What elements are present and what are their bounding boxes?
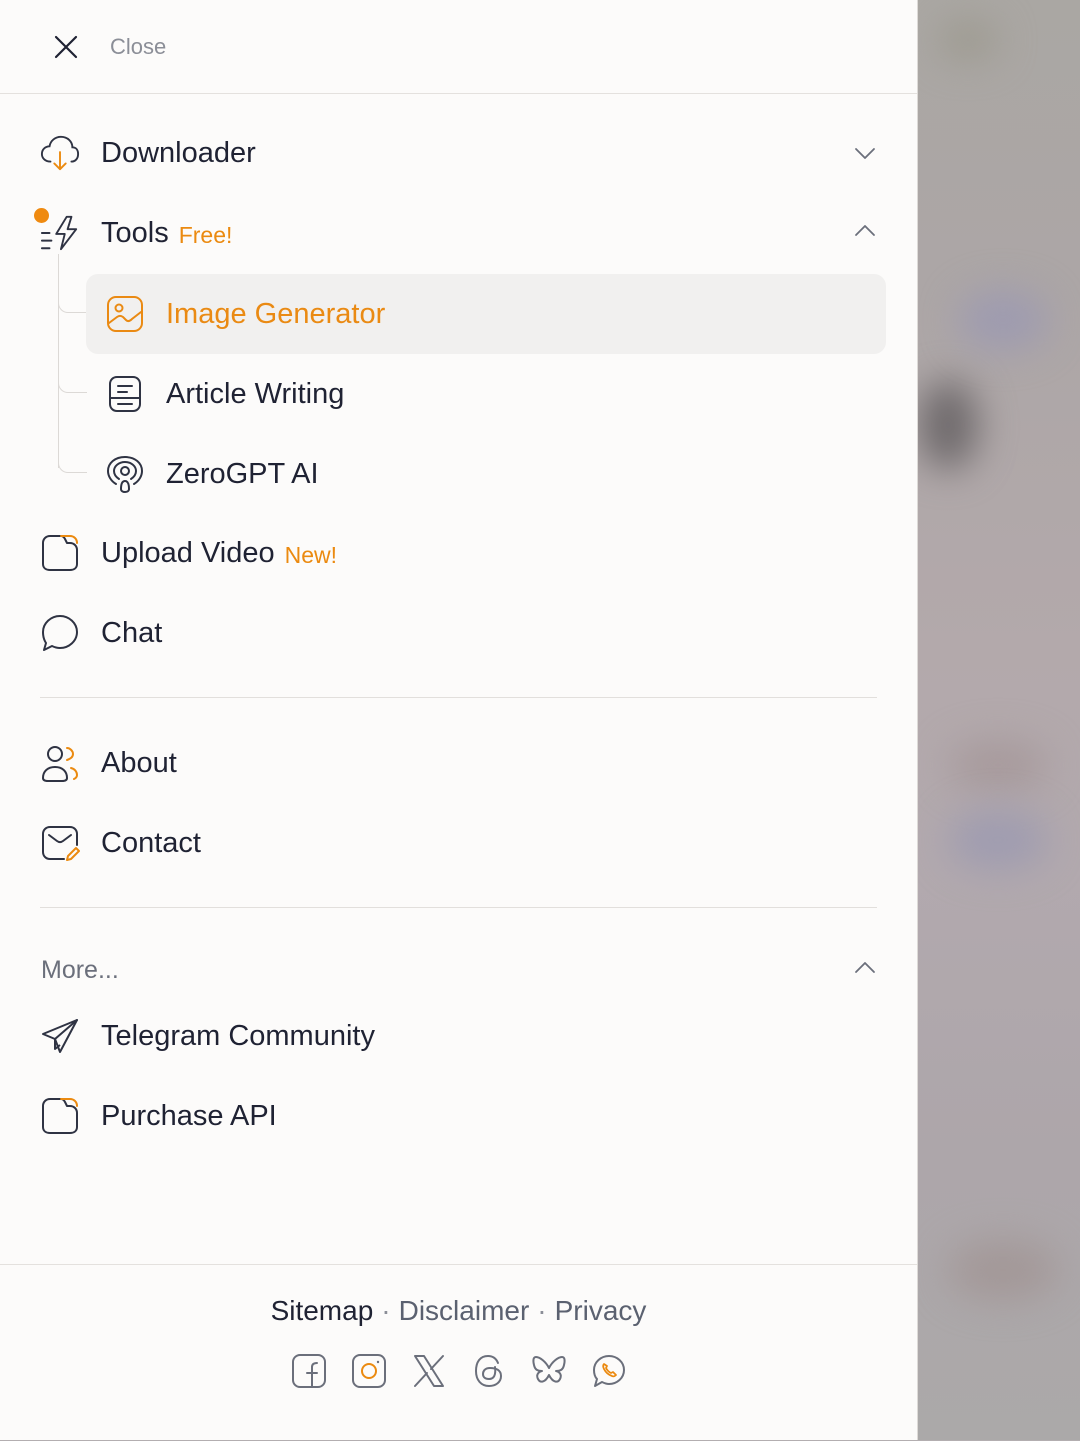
menu-label-about: About — [101, 746, 177, 779]
mail-edit-icon — [40, 823, 80, 863]
submenu-label: ZeroGPT AI — [166, 457, 319, 490]
footer-links: Sitemap · Disclaimer · Privacy — [0, 1295, 917, 1327]
chevron-down-icon[interactable] — [853, 141, 877, 165]
threads-icon[interactable] — [471, 1353, 507, 1389]
menu-label-downloader: Downloader — [101, 136, 256, 169]
submenu-tree-branch — [58, 450, 87, 473]
footer-link-disclaimer[interactable]: Disclaimer — [399, 1295, 530, 1326]
ai-podcast-icon — [105, 454, 145, 494]
chevron-up-icon[interactable] — [853, 219, 877, 243]
footer-link-privacy[interactable]: Privacy — [555, 1295, 647, 1326]
send-icon — [40, 1016, 80, 1056]
submenu-tree-branch — [58, 290, 87, 313]
people-icon — [40, 743, 80, 783]
backdrop-blur — [918, 380, 978, 470]
flash-icon — [40, 213, 80, 253]
submenu-label: Article Writing — [166, 377, 345, 410]
menu-item-upload-video[interactable]: Upload Video New! — [40, 523, 877, 583]
new-badge: New! — [284, 541, 338, 568]
submenu-item-image-generator[interactable]: Image Generator — [86, 274, 886, 354]
more-section-toggle[interactable]: More... — [40, 950, 877, 990]
menu-item-downloader[interactable]: Downloader — [40, 123, 877, 183]
instagram-icon[interactable] — [351, 1353, 387, 1389]
page-backdrop-overlay[interactable] — [918, 0, 1080, 1440]
cloud-download-icon — [40, 133, 80, 173]
folder-icon — [40, 1096, 80, 1136]
more-label: More... — [41, 955, 119, 984]
menu-item-about[interactable]: About — [40, 733, 877, 793]
close-icon — [50, 31, 82, 63]
submenu-item-zerogpt-ai[interactable]: ZeroGPT AI — [86, 434, 886, 514]
submenu-tree-branch — [58, 370, 87, 393]
free-badge: Free! — [178, 221, 233, 248]
social-links — [0, 1353, 917, 1389]
menu-item-tools[interactable]: Tools Free! — [40, 203, 877, 263]
folder-icon — [40, 533, 80, 573]
facebook-icon[interactable] — [291, 1353, 327, 1389]
menu-label-telegram: Telegram Community — [101, 1019, 375, 1052]
menu-divider — [40, 697, 877, 698]
menu-divider — [40, 907, 877, 908]
close-label: Close — [110, 33, 167, 59]
image-icon — [105, 294, 145, 334]
menu-item-purchase-api[interactable]: Purchase API — [40, 1086, 877, 1146]
drawer-header: Close — [0, 0, 917, 94]
menu-label-tools: Tools — [101, 216, 169, 249]
menu-label-upload-video: Upload Video — [101, 536, 275, 569]
document-icon — [105, 374, 145, 414]
x-icon[interactable] — [411, 1353, 447, 1389]
menu-label-contact: Contact — [101, 826, 201, 859]
whatsapp-icon[interactable] — [591, 1353, 627, 1389]
chat-bubble-icon — [40, 613, 80, 653]
navigation-drawer: Close Downloader Tools Free! Image Gener… — [0, 0, 918, 1440]
menu-label-purchase-api: Purchase API — [101, 1099, 277, 1132]
menu-item-contact[interactable]: Contact — [40, 813, 877, 873]
backdrop-blur — [948, 740, 1048, 790]
menu-item-telegram-community[interactable]: Telegram Community — [40, 1006, 877, 1066]
close-button[interactable]: Close — [50, 31, 166, 63]
menu-label-chat: Chat — [101, 616, 163, 649]
backdrop-blur — [948, 1240, 1058, 1300]
backdrop-blur — [948, 810, 1048, 870]
bluesky-icon[interactable] — [531, 1353, 567, 1389]
footer-separator: · — [537, 1295, 547, 1326]
submenu-label: Image Generator — [166, 297, 386, 330]
footer-separator: · — [381, 1295, 391, 1326]
submenu-item-article-writing[interactable]: Article Writing — [86, 354, 886, 434]
backdrop-blur — [958, 290, 1048, 350]
backdrop-blur — [938, 20, 998, 60]
submenu-tree-line — [58, 254, 59, 468]
footer-link-sitemap[interactable]: Sitemap — [271, 1295, 374, 1326]
menu-item-chat[interactable]: Chat — [40, 603, 877, 663]
chevron-up-icon[interactable] — [853, 956, 877, 980]
drawer-footer: Sitemap · Disclaimer · Privacy — [0, 1264, 917, 1441]
